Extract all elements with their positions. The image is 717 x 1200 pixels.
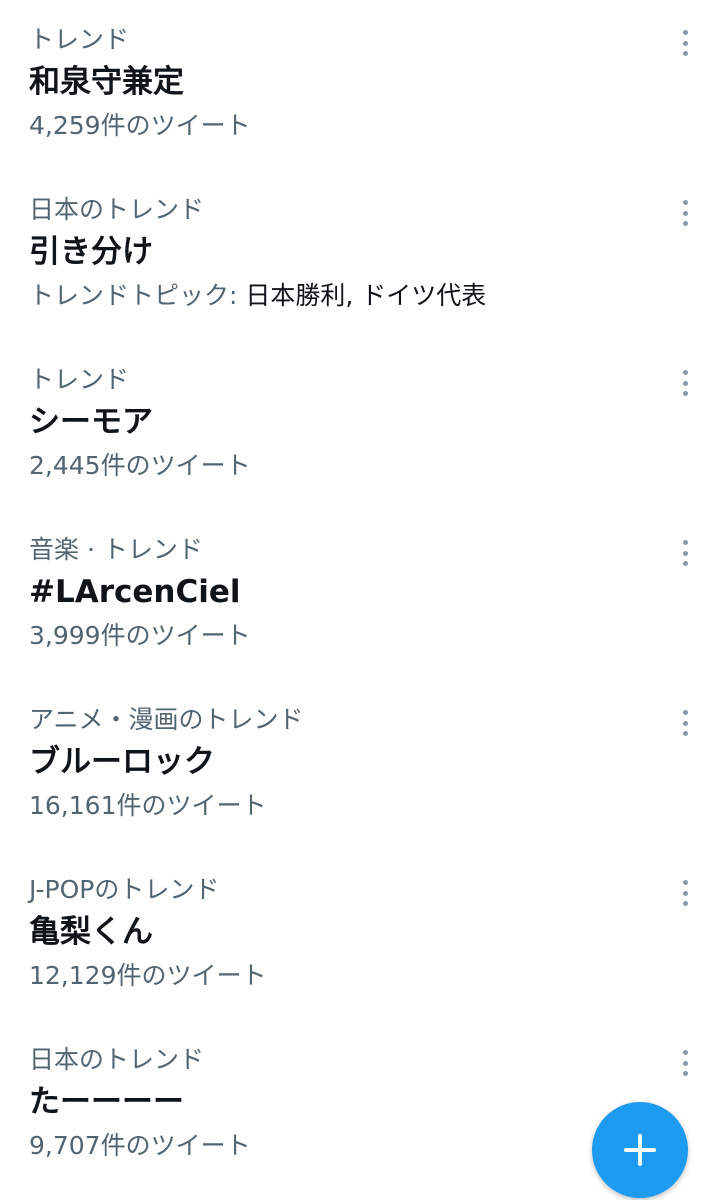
trend-name: ブルーロック [29,744,215,780]
trend-context: 日本のトレンド [29,1045,205,1074]
trend-context: 日本のトレンド [29,195,205,224]
more-options-button[interactable] [679,1050,691,1076]
trend-context: J-POPのトレンド [29,875,220,904]
trend-name: シーモア [29,404,153,440]
tweet-count: 12,129件のツイート [29,961,267,990]
more-options-button[interactable] [679,30,691,56]
trend-topics-values: 日本勝利, ドイツ代表 [245,281,487,310]
tweet-count: 3,999件のツイート [29,621,251,650]
trend-context: 音楽 · トレンド [29,535,203,564]
more-vertical-icon [682,1050,688,1055]
more-options-button[interactable] [679,880,691,906]
trend-context: アニメ・漫画のトレンド [29,705,304,734]
trend-topics-label: トレンドトピック: [29,281,246,310]
trend-name: 引き分け [29,234,153,270]
more-options-button[interactable] [679,540,691,566]
more-vertical-icon [682,540,688,545]
more-options-button[interactable] [679,200,691,226]
trend-item[interactable]: 音楽 · トレンド #LArcenCiel 3,999件のツイート [0,510,717,680]
more-vertical-icon [682,880,688,885]
trend-name: #LArcenCiel [29,574,241,610]
trend-item[interactable]: トレンド シーモア 2,445件のツイート [0,340,717,510]
trend-list: トレンド 和泉守兼定 4,259件のツイート 日本のトレンド 引き分け トレンド… [0,0,717,1190]
trend-item[interactable]: トレンド 和泉守兼定 4,259件のツイート [0,0,717,170]
more-vertical-icon [682,200,688,205]
compose-tweet-button[interactable] [592,1102,688,1198]
more-options-button[interactable] [679,370,691,396]
trend-context: トレンド [29,365,130,394]
trend-name: 和泉守兼定 [29,64,184,100]
more-vertical-icon [682,30,688,35]
tweet-count: 2,445件のツイート [29,451,251,480]
trend-name: 亀梨くん [29,914,153,950]
trend-item[interactable]: J-POPのトレンド 亀梨くん 12,129件のツイート [0,850,717,1020]
more-vertical-icon [682,370,688,375]
trend-item[interactable]: 日本のトレンド 引き分け トレンドトピック: 日本勝利, ドイツ代表 [0,170,717,340]
tweet-count: 16,161件のツイート [29,791,267,820]
trend-item[interactable]: アニメ・漫画のトレンド ブルーロック 16,161件のツイート [0,680,717,850]
more-vertical-icon [682,710,688,715]
trend-context: トレンド [29,25,130,54]
tweet-count: 4,259件のツイート [29,111,251,140]
more-options-button[interactable] [679,710,691,736]
trend-topics: トレンドトピック: 日本勝利, ドイツ代表 [29,278,717,314]
